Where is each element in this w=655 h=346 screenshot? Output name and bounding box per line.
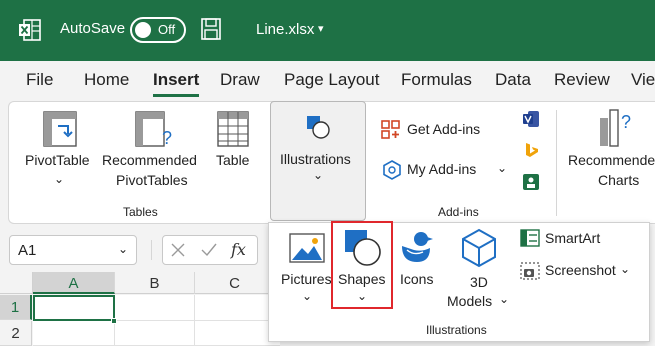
recommended-pivot-label-line1[interactable]: Recommended <box>102 152 197 168</box>
bing-maps-icon[interactable] <box>522 142 540 160</box>
my-addins-icon[interactable] <box>381 159 403 181</box>
visio-icon[interactable] <box>522 110 540 128</box>
tab-page-layout[interactable]: Page Layout <box>284 70 379 90</box>
svg-text:?: ? <box>621 112 631 132</box>
recommended-charts-icon[interactable]: ? <box>597 108 637 148</box>
formula-bar-divider <box>151 240 152 260</box>
tab-view[interactable]: Vie <box>631 70 655 90</box>
smartart-label[interactable]: SmartArt <box>545 230 600 246</box>
people-graph-icon[interactable] <box>522 173 540 191</box>
tab-data[interactable]: Data <box>495 70 531 90</box>
table-label[interactable]: Table <box>216 152 249 168</box>
illustrations-label[interactable]: Illustrations <box>280 151 351 167</box>
toggle-knob <box>135 22 151 38</box>
tab-insert[interactable]: Insert <box>153 70 199 90</box>
screenshot-icon[interactable] <box>520 262 540 280</box>
ribbon-tabs: File Home Insert Draw Page Layout Formul… <box>0 61 655 101</box>
name-box[interactable]: A1 ⌄ <box>9 235 137 265</box>
column-header-a[interactable]: A <box>33 272 115 294</box>
row-header-1[interactable]: 1 <box>0 295 32 320</box>
illustrations-shapes-icon <box>307 116 330 139</box>
pivot-table-chevron-down-icon[interactable]: ⌄ <box>54 172 64 186</box>
recommended-pivot-label-line2[interactable]: PivotTables <box>116 172 188 188</box>
pictures-chevron-down-icon[interactable]: ⌄ <box>302 289 312 303</box>
formula-buttons: fx <box>162 235 258 265</box>
tab-file[interactable]: File <box>26 70 53 90</box>
row-header-2[interactable]: 2 <box>0 321 32 346</box>
3d-models-label-line1[interactable]: 3D <box>470 274 488 290</box>
screenshot-chevron-down-icon[interactable]: ⌄ <box>620 262 630 276</box>
pictures-icon[interactable] <box>288 232 326 264</box>
file-name[interactable]: Line.xlsx <box>256 21 314 38</box>
filename-chevron-down-icon[interactable]: ▾ <box>318 22 324 35</box>
smartart-icon[interactable] <box>520 229 540 247</box>
table-icon[interactable] <box>216 110 250 148</box>
icons-icon[interactable] <box>398 228 436 266</box>
group-label-addins: Add-ins <box>438 205 479 219</box>
my-addins-chevron-down-icon[interactable]: ⌄ <box>497 161 507 175</box>
gallery-group-label: Illustrations <box>426 323 487 337</box>
group-label-tables: Tables <box>123 205 158 219</box>
selected-cell-a1[interactable] <box>33 295 115 321</box>
autosave-label: AutoSave <box>60 20 126 37</box>
tab-draw[interactable]: Draw <box>220 70 260 90</box>
pivot-table-icon[interactable] <box>42 110 78 148</box>
svg-text:?: ? <box>162 128 172 148</box>
fill-handle[interactable] <box>111 318 117 324</box>
pivot-table-label[interactable]: PivotTable <box>25 152 90 168</box>
autosave-state: Off <box>158 22 176 37</box>
select-all-corner[interactable] <box>0 272 33 294</box>
ribbon-group-divider <box>556 110 557 216</box>
column-headers: A B C <box>0 272 280 294</box>
cancel-icon[interactable] <box>171 243 185 257</box>
pictures-label[interactable]: Pictures <box>281 271 332 287</box>
tab-home[interactable]: Home <box>84 70 129 90</box>
autosave-toggle[interactable]: Off <box>130 17 186 43</box>
column-header-c[interactable]: C <box>195 272 275 294</box>
enter-check-icon[interactable] <box>201 243 217 257</box>
screenshot-label[interactable]: Screenshot <box>545 262 616 278</box>
3d-models-cube-icon[interactable] <box>460 228 498 268</box>
column-gridline <box>194 295 195 346</box>
title-bar: AutoSave Off Line.xlsx ▾ <box>0 0 655 61</box>
recommended-charts-label-line2[interactable]: Charts <box>598 172 639 188</box>
my-addins-label[interactable]: My Add-ins <box>407 161 476 177</box>
3d-models-label-line2[interactable]: Models <box>447 293 492 309</box>
insert-function-icon[interactable]: fx <box>231 240 246 259</box>
recommended-charts-label-line1[interactable]: Recommende <box>568 152 655 168</box>
shapes-highlight-box <box>331 221 393 309</box>
3d-models-chevron-down-icon[interactable]: ⌄ <box>499 292 509 306</box>
get-addins-label[interactable]: Get Add-ins <box>407 121 480 137</box>
name-box-chevron-down-icon[interactable]: ⌄ <box>118 242 128 256</box>
tab-review[interactable]: Review <box>554 70 610 90</box>
active-tab-indicator <box>153 94 199 97</box>
tab-formulas[interactable]: Formulas <box>401 70 472 90</box>
excel-logo-icon <box>19 19 41 41</box>
get-addins-icon[interactable] <box>381 120 401 140</box>
icons-label[interactable]: Icons <box>400 271 433 287</box>
column-header-b[interactable]: B <box>115 272 195 294</box>
name-box-value: A1 <box>18 242 37 259</box>
illustrations-chevron-down-icon[interactable]: ⌄ <box>313 168 323 182</box>
save-icon[interactable] <box>200 17 222 41</box>
recommended-pivot-tables-icon[interactable]: ? <box>134 110 174 148</box>
